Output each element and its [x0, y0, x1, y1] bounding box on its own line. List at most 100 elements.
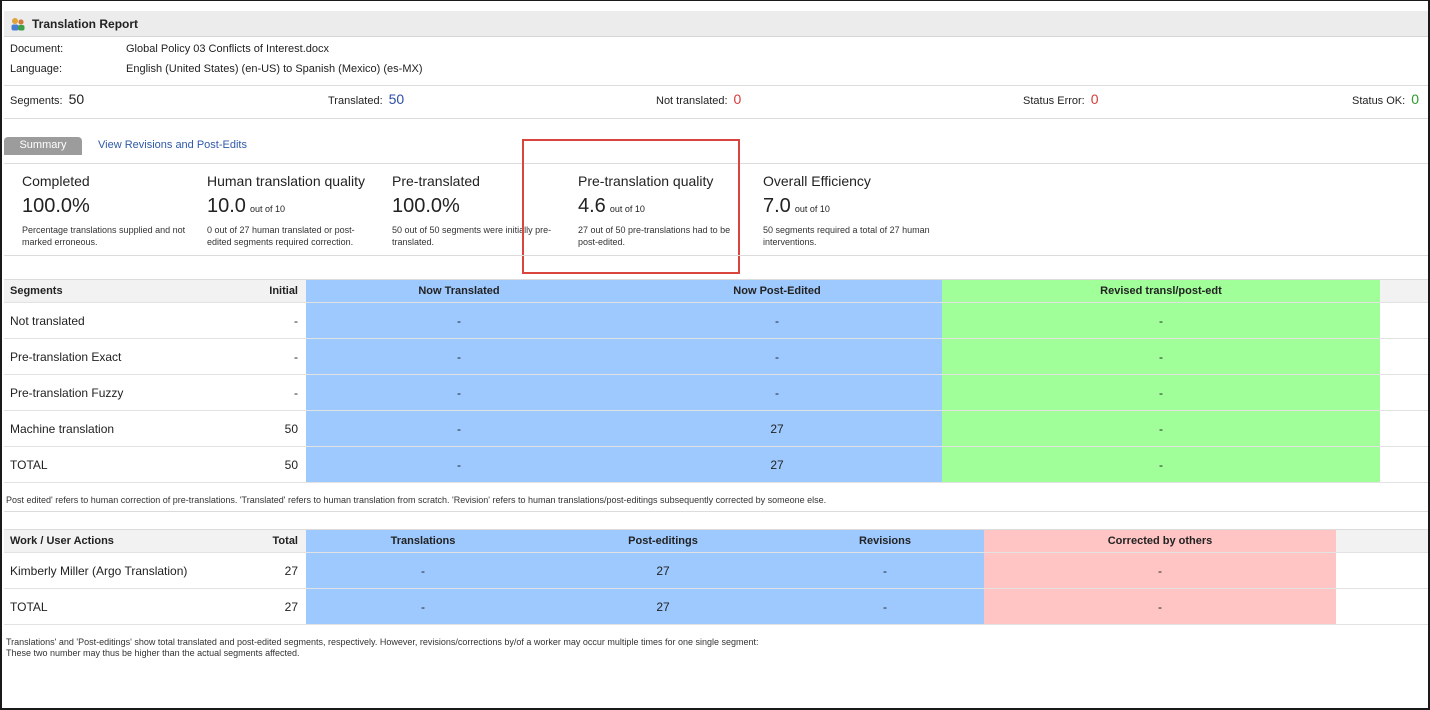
window-title: Translation Report: [32, 16, 139, 31]
tab-summary[interactable]: Summary: [4, 137, 82, 155]
card-pre-translation-quality: Pre-translation quality 4.6 out of 10 27 …: [578, 173, 758, 248]
work-footnote-line1: Translations' and 'Post-editings' show t…: [6, 637, 759, 647]
stat-label: Not translated:: [656, 95, 728, 107]
stat-value: 0: [1090, 91, 1099, 107]
card-description: 0 out of 27 human translated or post-edi…: [207, 225, 355, 247]
cell-corrected-by-others: -: [984, 553, 1336, 588]
document-value: Global Policy 03 Conflicts of Interest.d…: [126, 43, 329, 55]
cell-initial: -: [294, 349, 298, 364]
stat-status-ok: Status OK: 0: [1352, 91, 1419, 107]
col-header-revisions: Revisions: [786, 530, 984, 552]
row-label: Not translated: [10, 313, 85, 328]
cell-now-post-edited: 27: [612, 447, 942, 482]
cell-initial: -: [294, 313, 298, 328]
work-footnote-line2: These two number may thus be higher than…: [6, 648, 300, 658]
cell-corrected-by-others: -: [984, 589, 1336, 624]
card-value-row: 100.0%: [392, 195, 572, 218]
document-label: Document:: [10, 43, 64, 55]
divider: [4, 118, 1428, 119]
card-value: 100.0%: [22, 195, 90, 217]
stat-translated: Translated: 50: [328, 91, 404, 107]
cell-revisions: -: [786, 589, 984, 624]
col-header-total: Total: [272, 535, 298, 547]
row-label: TOTAL: [10, 457, 48, 472]
col-header-post-editings: Post-editings: [540, 530, 786, 552]
cell-now-translated: -: [306, 303, 612, 338]
card-value-row: 4.6 out of 10: [578, 195, 758, 218]
row-label: TOTAL: [10, 599, 48, 614]
card-title: Overall Efficiency: [763, 173, 871, 189]
card-suffix: out of 10: [794, 204, 830, 214]
divider: [4, 511, 1428, 512]
table-row: Pre-translation Exact - - - -: [4, 339, 1428, 375]
col-header-work-user-actions: Work / User Actions: [10, 535, 114, 547]
card-value-row: 7.0 out of 10: [763, 195, 943, 218]
cell-now-post-edited: -: [612, 375, 942, 410]
cell-revised: -: [942, 447, 1380, 482]
stat-value: 50: [388, 91, 405, 107]
stat-not-translated: Not translated: 0: [656, 91, 741, 107]
cell-now-post-edited: -: [612, 303, 942, 338]
table-header-row: Work / User Actions Total Translations P…: [4, 529, 1428, 553]
card-description: 27 out of 50 pre-translations had to be …: [578, 225, 731, 247]
cell-initial: 50: [284, 457, 298, 472]
col-header-segments: Segments: [10, 285, 63, 297]
cell-revised: -: [942, 339, 1380, 374]
card-description: 50 out of 50 segments were initially pre…: [392, 225, 552, 247]
card-human-translation-quality: Human translation quality 10.0 out of 10 …: [207, 173, 387, 248]
card-title: Pre-translated: [392, 173, 480, 189]
cell-post-editings: 27: [540, 553, 786, 588]
card-value: 10.0: [207, 195, 246, 217]
view-revisions-link[interactable]: View Revisions and Post-Edits: [98, 139, 247, 151]
card-pre-translated: Pre-translated 100.0% 50 out of 50 segme…: [392, 173, 572, 248]
card-title: Completed: [22, 173, 90, 189]
col-header-revised: Revised transl/post-edt: [942, 280, 1380, 302]
row-label: Machine translation: [10, 421, 115, 436]
row-label: Pre-translation Exact: [10, 349, 122, 364]
stat-segments: Segments: 50: [10, 91, 84, 107]
cell-post-editings: 27: [540, 589, 786, 624]
col-header-now-translated: Now Translated: [306, 280, 612, 302]
card-value: 7.0: [763, 195, 791, 217]
table-row-total: TOTAL 27 - 27 - -: [4, 589, 1428, 625]
row-label: Kimberly Miller (Argo Translation): [10, 563, 188, 578]
stat-value: 0: [733, 91, 742, 107]
col-header-now-post-edited: Now Post-Edited: [612, 280, 942, 302]
stat-label: Status Error:: [1023, 95, 1085, 107]
table-row: Kimberly Miller (Argo Translation) 27 - …: [4, 553, 1428, 589]
language-value: English (United States) (en-US) to Spani…: [126, 63, 423, 75]
card-title: Human translation quality: [207, 173, 365, 189]
card-title: Pre-translation quality: [578, 173, 714, 189]
card-value-row: 10.0 out of 10: [207, 195, 387, 218]
stat-label: Segments:: [10, 95, 63, 107]
divider: [4, 85, 1428, 86]
cell-revised: -: [942, 375, 1380, 410]
cell-translations: -: [306, 589, 540, 624]
cell-now-post-edited: -: [612, 339, 942, 374]
cell-total: 27: [284, 563, 298, 578]
cell-total: 27: [284, 599, 298, 614]
col-header-translations: Translations: [306, 530, 540, 552]
report-users-icon: [11, 17, 25, 30]
card-suffix: out of 10: [609, 204, 645, 214]
table-row: Machine translation 50 - 27 -: [4, 411, 1428, 447]
table-row-total: TOTAL 50 - 27 -: [4, 447, 1428, 483]
table-row: Pre-translation Fuzzy - - - -: [4, 375, 1428, 411]
stat-value: 0: [1411, 91, 1419, 107]
cell-now-translated: -: [306, 411, 612, 446]
cell-revisions: -: [786, 553, 984, 588]
stat-label: Status OK:: [1352, 95, 1406, 107]
cell-revised: -: [942, 411, 1380, 446]
card-description: Percentage translations supplied and not…: [22, 225, 186, 247]
cell-revised: -: [942, 303, 1380, 338]
cell-now-translated: -: [306, 447, 612, 482]
card-overall-efficiency: Overall Efficiency 7.0 out of 10 50 segme…: [763, 173, 943, 248]
col-header-corrected-by-others: Corrected by others: [984, 530, 1336, 552]
title-bar: Translation Report: [4, 11, 1428, 37]
cell-now-translated: -: [306, 339, 612, 374]
card-value: 4.6: [578, 195, 606, 217]
cell-initial: 50: [284, 421, 298, 436]
card-completed: Completed 100.0% Percentage translations…: [22, 173, 202, 248]
stat-value: 50: [68, 91, 85, 107]
cell-now-post-edited: 27: [612, 411, 942, 446]
